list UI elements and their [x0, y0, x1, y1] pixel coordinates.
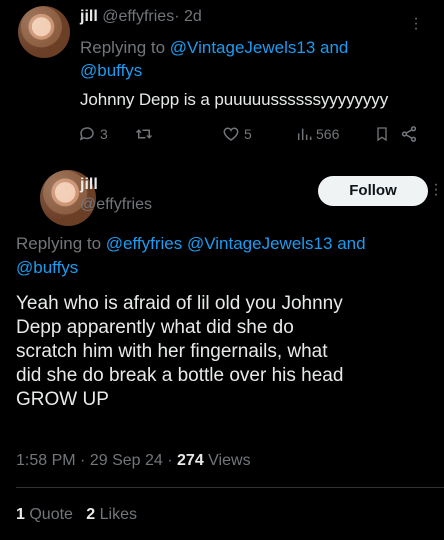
tweet-time[interactable]: 1:58 PM — [16, 452, 76, 469]
replying-to: Replying to @VintageJewels13 and @buffys — [80, 36, 400, 82]
tweet-text: Johnny Depp is a puuuuussssssyyyyyyyy — [80, 90, 389, 109]
tweet-time[interactable]: 2d — [184, 8, 202, 25]
separator: · — [80, 452, 86, 469]
views-icon — [297, 128, 312, 140]
like-count: 5 — [244, 126, 252, 142]
retweet-icon — [135, 129, 153, 139]
replying-prefix: Replying to — [16, 234, 102, 253]
like-button[interactable]: 5 — [222, 124, 252, 144]
views-count: 274 — [177, 452, 204, 469]
quotes-label: Quote — [29, 506, 73, 523]
quotes-count: 1 — [16, 506, 25, 523]
tweet-thread: jill @effyfries· 2d · · · Replying to @Vin… — [0, 0, 444, 540]
divider — [16, 487, 444, 488]
tweet-text-line: GROW UP — [16, 389, 109, 410]
mention-and: and — [320, 38, 349, 57]
tweet-text: Yeah who is afraid of lil old you Johnny… — [16, 292, 436, 412]
share-button[interactable] — [400, 124, 418, 144]
mention-link[interactable]: @effyfries @VintageJewels13 and — [106, 234, 366, 253]
share-icon — [401, 126, 417, 142]
tweet-actions: 3 5 566 — [78, 124, 428, 144]
reply-button[interactable]: 3 — [78, 124, 108, 144]
author-name[interactable]: jill — [80, 8, 98, 25]
tweet-text-line: Depp apparently what did she do — [16, 317, 294, 338]
reply-header: jill @effyfries· 2d — [80, 8, 202, 26]
author-name[interactable]: jill — [80, 176, 98, 194]
tweet-date[interactable]: 29 Sep 24 — [90, 452, 163, 469]
tweet-text-line: scratch him with her fingernails, what — [16, 341, 328, 362]
more-icon[interactable]: · · · — [412, 11, 420, 37]
author-handle[interactable]: @effyfries — [80, 196, 152, 214]
separator: · — [167, 452, 173, 469]
follow-button[interactable]: Follow — [318, 176, 428, 206]
more-icon[interactable]: · · · — [432, 177, 440, 203]
mention-link[interactable]: @buffys — [80, 61, 142, 80]
replying-prefix: Replying to — [80, 38, 166, 57]
bookmark-icon — [377, 127, 387, 142]
likes-link[interactable]: 2 Likes — [86, 506, 137, 523]
avatar[interactable] — [18, 6, 70, 58]
tweet-stats: 1 Quote 2 Likes — [16, 506, 137, 524]
quotes-link[interactable]: 1 Quote — [16, 506, 77, 523]
mention-link[interactable]: @buffys — [16, 258, 78, 277]
reply-icon — [79, 127, 94, 141]
tweet-text-line: did she do break a bottle over his head — [16, 365, 344, 386]
likes-count: 2 — [86, 506, 96, 523]
tweet-meta: 1:58 PM · 29 Sep 24 · 274 Views — [16, 452, 251, 470]
bookmark-button[interactable] — [374, 124, 390, 144]
like-icon — [223, 127, 239, 141]
likes-label: Likes — [99, 506, 138, 523]
replying-to: Replying to @effyfries @VintageJewels13 … — [16, 232, 426, 280]
mention-link[interactable]: @VintageJewels13 — [170, 38, 315, 57]
views-count: 566 — [316, 126, 340, 142]
author-handle[interactable]: @effyfries — [102, 8, 174, 25]
retweet-button[interactable] — [134, 124, 158, 144]
reply-count: 3 — [100, 126, 108, 142]
views-label: Views — [208, 452, 251, 469]
separator: · — [174, 8, 180, 25]
tweet-text-line: Yeah who is afraid of lil old you Johnny — [16, 293, 343, 314]
views-button[interactable]: 566 — [296, 124, 339, 144]
